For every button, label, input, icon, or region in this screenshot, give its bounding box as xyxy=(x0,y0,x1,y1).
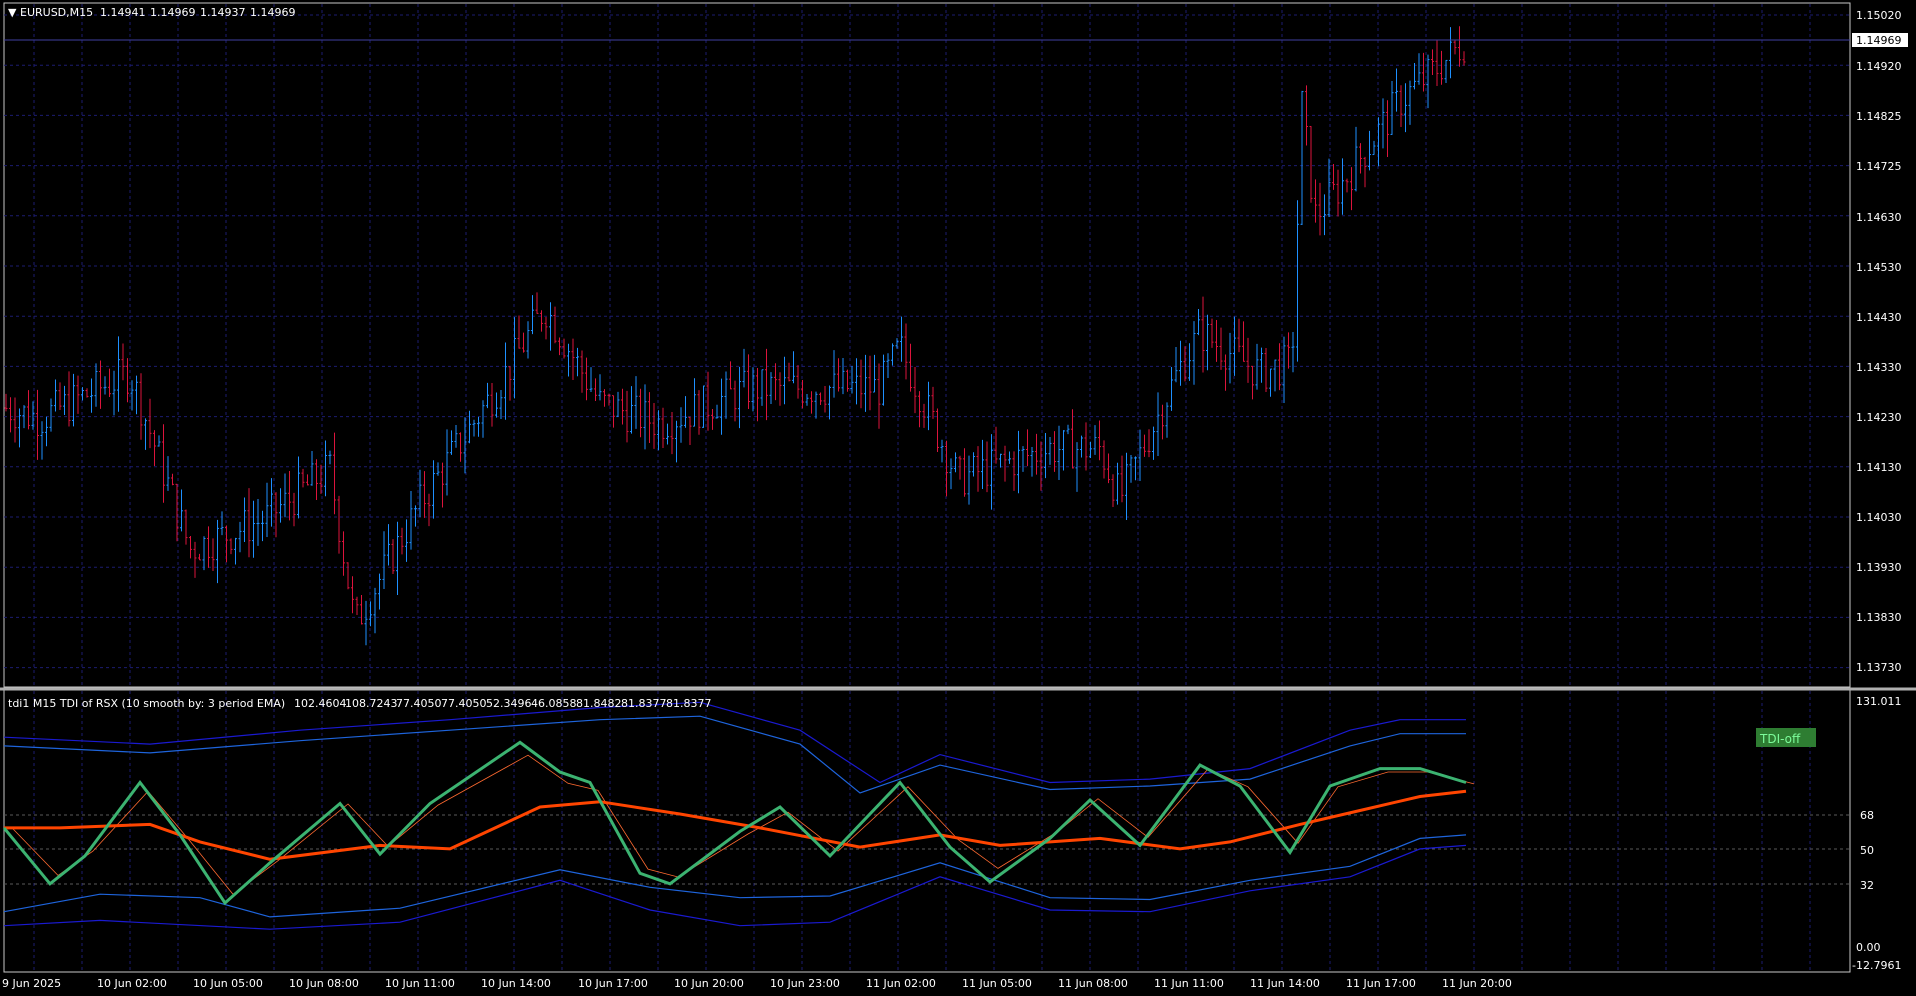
main-grid xyxy=(4,4,1850,686)
time-tick: 10 Jun 14:00 xyxy=(481,977,551,990)
price-tick: 1.15020 xyxy=(1856,9,1902,22)
indicator-value: 81.8482 xyxy=(576,697,622,710)
tdi-lines xyxy=(2,701,1475,930)
ohlc-open: 1.14941 xyxy=(100,6,146,19)
time-tick: 10 Jun 20:00 xyxy=(674,977,744,990)
main-chart-frame xyxy=(3,2,1851,688)
indicator-tick: -12.7961 xyxy=(1852,959,1901,972)
chart-canvas[interactable]: ▼ EURUSD,M15 1.14941 1.14969 1.14937 1.1… xyxy=(0,0,1916,996)
indicator-tick: 50 xyxy=(1860,844,1874,857)
time-tick: 10 Jun 11:00 xyxy=(385,977,455,990)
symbol-dropdown-icon[interactable]: ▼ xyxy=(8,6,17,19)
ohlc-close: 1.14969 xyxy=(250,6,296,19)
indicator-value: 46.0858 xyxy=(531,697,577,710)
lower-volatility-band xyxy=(3,844,1467,930)
price-tick: 1.14230 xyxy=(1856,411,1902,424)
indicator-value: 77.4050 xyxy=(396,697,442,710)
time-tick: 10 Jun 02:00 xyxy=(97,977,167,990)
time-tick: 11 Jun 11:00 xyxy=(1154,977,1224,990)
time-tick: 11 Jun 17:00 xyxy=(1346,977,1416,990)
price-tick: 1.14330 xyxy=(1856,361,1902,374)
price-tick: 1.13830 xyxy=(1856,611,1902,624)
candles xyxy=(4,26,1466,646)
time-tick: 11 Jun 20:00 xyxy=(1442,977,1512,990)
indicator-value: 102.4604 xyxy=(294,697,347,710)
chart-window[interactable]: ▼ EURUSD,M15 1.14941 1.14969 1.14937 1.1… xyxy=(0,0,1916,996)
upper-volatility-band xyxy=(3,701,1466,784)
tdi-off-label: TDI-off xyxy=(1759,732,1801,746)
time-axis[interactable]: 9 Jun 2025 10 Jun 02:00 10 Jun 05:00 10 … xyxy=(2,977,1512,990)
price-axis[interactable]: 1.15020 1.14920 1.14825 1.14725 1.14630 … xyxy=(1856,9,1902,674)
time-tick: 10 Jun 23:00 xyxy=(770,977,840,990)
indicator-tick: 32 xyxy=(1860,879,1874,892)
indicator-value: 77.4050 xyxy=(441,697,487,710)
price-tick: 1.14920 xyxy=(1856,60,1902,73)
indicator-value: 52.3496 xyxy=(486,697,532,710)
indicator-tick: 68 xyxy=(1860,809,1874,822)
time-tick: 11 Jun 05:00 xyxy=(962,977,1032,990)
price-tick: 1.13730 xyxy=(1856,661,1902,674)
price-tick: 1.14430 xyxy=(1856,311,1902,324)
ohlc-low: 1.14937 xyxy=(200,6,246,19)
time-tick: 10 Jun 05:00 xyxy=(193,977,263,990)
price-tick: 1.14825 xyxy=(1856,110,1902,123)
price-tick: 1.14130 xyxy=(1856,461,1902,474)
price-tick: 1.14630 xyxy=(1856,211,1902,224)
time-tick: 10 Jun 08:00 xyxy=(289,977,359,990)
time-tick: 11 Jun 02:00 xyxy=(866,977,936,990)
time-tick: 11 Jun 08:00 xyxy=(1058,977,1128,990)
price-tick: 1.14530 xyxy=(1856,261,1902,274)
indicator-tick: 0.00 xyxy=(1856,941,1881,954)
price-tick: 1.14030 xyxy=(1856,511,1902,524)
indicator-value: 81.8377 xyxy=(621,697,667,710)
symbol-label: EURUSD,M15 xyxy=(20,6,93,19)
price-tick: 1.14725 xyxy=(1856,160,1902,173)
indicator-value: 81.8377 xyxy=(666,697,712,710)
time-tick: 11 Jun 14:00 xyxy=(1250,977,1320,990)
current-price-label: 1.14969 xyxy=(1856,34,1902,47)
indicator-title: tdi1 M15 TDI of RSX (10 smooth by: 3 per… xyxy=(8,697,285,710)
time-tick: 10 Jun 17:00 xyxy=(578,977,648,990)
indicator-value: 108.7243 xyxy=(345,697,398,710)
indicator-tick: 131.011 xyxy=(1856,695,1902,708)
time-tick: 9 Jun 2025 xyxy=(2,977,61,990)
ohlc-high: 1.14969 xyxy=(150,6,196,19)
indicator-axis[interactable]: 131.011 68 50 32 0.00 -12.7961 xyxy=(1852,695,1902,972)
upper-band xyxy=(3,715,1466,794)
price-tick: 1.13930 xyxy=(1856,561,1902,574)
